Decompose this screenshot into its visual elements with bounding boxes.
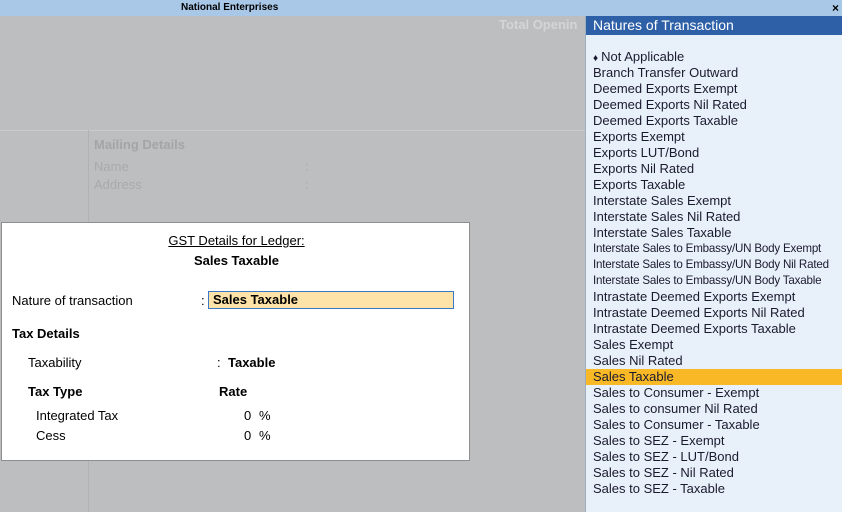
nature-option[interactable]: Interstate Sales to Embassy/UN Body Taxa… [586,273,842,289]
nature-option[interactable]: Interstate Sales Exempt [586,193,842,209]
tax-row-rate[interactable]: 0 [244,428,251,443]
nature-option-label: Interstate Sales to Embassy/UN Body Nil … [593,258,829,271]
nature-option[interactable]: Branch Transfer Outward [586,65,842,81]
nature-option-label: Sales to SEZ - Exempt [593,433,725,448]
tax-row-name: Integrated Tax [36,408,119,423]
nature-option[interactable]: Intrastate Deemed Exports Nil Rated [586,305,842,321]
nature-list: ♦ Not Applicable Branch Transfer Outward De… [586,49,842,497]
nature-option[interactable]: Sales to SEZ - Exempt [586,433,842,449]
tax-row-unit: % [259,408,271,423]
nature-option-label: Exports LUT/Bond [593,145,700,160]
nature-option-label: Sales to Consumer - Taxable [593,417,760,432]
total-opening-label: Total Openin [499,17,578,32]
nature-option[interactable]: Exports Nil Rated [586,161,842,177]
tax-details-heading: Tax Details [12,326,80,341]
nature-option[interactable]: Exports LUT/Bond [586,145,842,161]
nature-option-label: Sales to consumer Nil Rated [593,401,758,416]
nature-option-label: Deemed Exports Nil Rated [593,97,747,112]
nature-option[interactable]: Sales Exempt [586,337,842,353]
nature-option-label: Intrastate Deemed Exports Taxable [593,321,796,336]
nature-option[interactable]: Interstate Sales Nil Rated [586,209,842,225]
mailing-address-label: Address [94,177,142,192]
nature-option-label: Interstate Sales Taxable [593,225,732,240]
mailing-address-colon: : [305,177,309,192]
nature-option-label: Exports Exempt [593,129,685,144]
nature-option[interactable]: Exports Taxable [586,177,842,193]
nature-option[interactable]: Interstate Sales to Embassy/UN Body Exem… [586,241,842,257]
nature-option[interactable]: Interstate Sales Taxable [586,225,842,241]
nature-option-label: Sales Exempt [593,337,674,352]
nature-option-label: Interstate Sales to Embassy/UN Body Exem… [593,242,822,255]
nature-option[interactable]: Intrastate Deemed Exports Taxable [586,321,842,337]
nature-option-label: Sales to SEZ - Taxable [593,481,725,496]
close-icon[interactable]: × [832,1,839,15]
nature-option[interactable]: Sales to SEZ - Taxable [586,481,842,497]
nature-option-label: Intrastate Deemed Exports Exempt [593,289,796,304]
mailing-details-heading: Mailing Details [94,137,186,152]
window-titlebar: National Enterprises × [0,0,842,17]
nature-option-label: Exports Taxable [593,177,686,192]
nature-option[interactable]: Sales to SEZ - Nil Rated [586,465,842,481]
nature-option[interactable]: ♦ Not Applicable [586,49,842,65]
tax-row-rate[interactable]: 0 [244,408,251,423]
nature-option-label: Interstate Sales Nil Rated [593,209,741,224]
current-selection-marker-icon: ♦ [593,53,599,64]
nature-option-label: Exports Nil Rated [593,161,695,176]
nature-option-label: Sales Nil Rated [593,353,683,368]
dialog-caption: GST Details for Ledger: [2,233,471,248]
natures-of-transaction-panel: Natures of Transaction ♦ Not Applicable Br… [585,16,842,512]
nature-option-label: Sales to SEZ - Nil Rated [593,465,734,480]
nature-option[interactable]: Sales to Consumer - Exempt [586,385,842,401]
window-title: National Enterprises [181,2,279,13]
gst-details-dialog: GST Details for Ledger: Sales Taxable Na… [1,222,470,461]
ledger-name: Sales Taxable [193,253,280,268]
nature-option[interactable]: Deemed Exports Nil Rated [586,97,842,113]
nature-option-label: Deemed Exports Taxable [593,113,739,128]
nature-option[interactable]: Sales Taxable [586,369,842,385]
panel-title: Natures of Transaction [586,16,842,35]
mailing-name-colon: : [305,159,309,174]
nature-option[interactable]: Intrastate Deemed Exports Exempt [586,289,842,305]
nature-option[interactable]: Sales Nil Rated [586,353,842,369]
dialog-caption-text: GST Details for Ledger: [168,233,305,248]
tax-type-header: Tax Type [28,384,83,399]
nature-option[interactable]: Deemed Exports Exempt [586,81,842,97]
nature-option-label: Sales Taxable [593,369,674,384]
nature-of-transaction-field[interactable]: Sales Taxable [208,291,454,309]
taxability-colon: : [217,355,221,370]
nature-option-label: Not Applicable [601,49,685,64]
nature-option-label: Sales to SEZ - LUT/Bond [593,449,739,464]
nature-option[interactable]: Interstate Sales to Embassy/UN Body Nil … [586,257,842,273]
mailing-name-label: Name [94,159,129,174]
nature-option-label: Interstate Sales to Embassy/UN Body Taxa… [593,274,822,287]
nature-of-transaction-label: Nature of transaction [12,293,133,308]
tax-row-unit: % [259,428,271,443]
nature-option[interactable]: Sales to Consumer - Taxable [586,417,842,433]
taxability-value[interactable]: Taxable [228,355,275,370]
nature-colon: : [201,293,205,308]
taxability-label: Taxability [28,355,82,370]
rate-header: Rate [219,384,248,399]
tax-row-name: Cess [36,428,66,443]
nature-option[interactable]: Deemed Exports Taxable [586,113,842,129]
nature-option-label: Deemed Exports Exempt [593,81,738,96]
nature-option-label: Intrastate Deemed Exports Nil Rated [593,305,805,320]
nature-option-label: Sales to Consumer - Exempt [593,385,760,400]
nature-option[interactable]: Sales to consumer Nil Rated [586,401,842,417]
nature-option-label: Interstate Sales Exempt [593,193,732,208]
nature-option[interactable]: Sales to SEZ - LUT/Bond [586,449,842,465]
nature-option-label: Branch Transfer Outward [593,65,739,80]
nature-option[interactable]: Exports Exempt [586,129,842,145]
